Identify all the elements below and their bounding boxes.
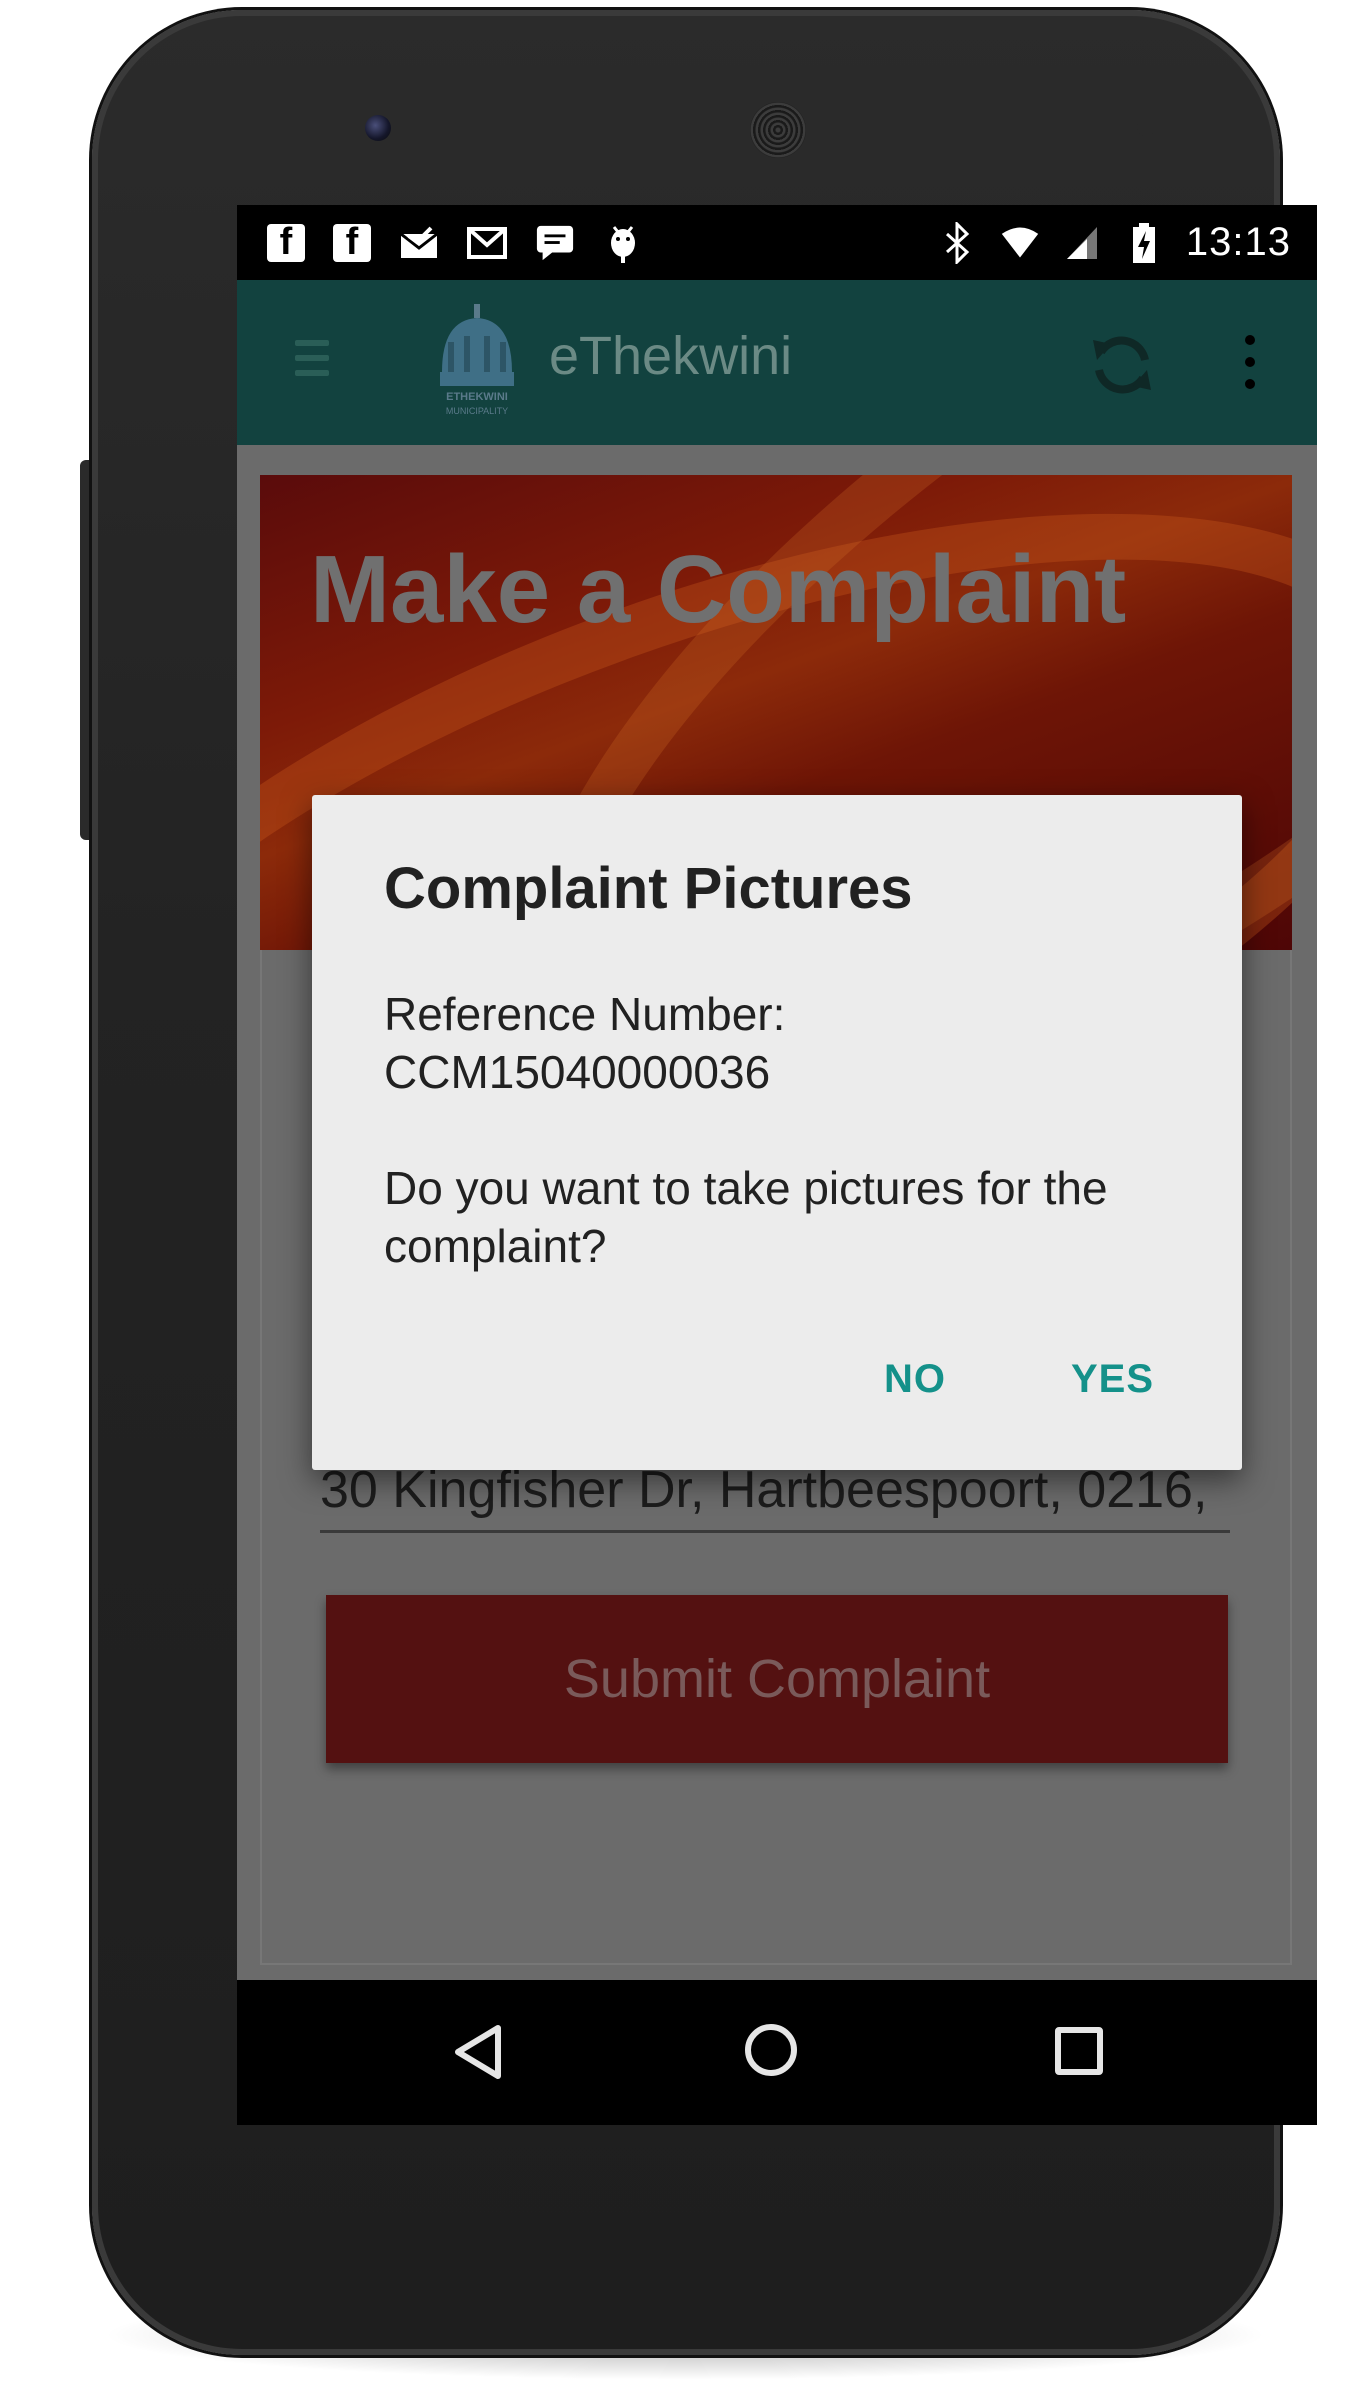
bluetooth-icon (938, 221, 978, 264)
reference-number: CCM15040000036 (384, 1046, 771, 1098)
yes-button[interactable]: YES (1071, 1357, 1154, 1402)
screen: f f 13:13 ETHEKWINI MUNICIPALITY eThekwi… (237, 205, 1317, 2125)
status-bar: f f 13:13 (237, 205, 1317, 280)
page-title: Make a Complaint (310, 536, 1127, 643)
dialog-question: Do you want to take pictures for the com… (384, 1162, 1108, 1272)
no-button[interactable]: NO (884, 1357, 946, 1402)
wifi-icon (1000, 223, 1040, 263)
front-camera (365, 115, 391, 141)
light-sensor (1167, 118, 1185, 136)
municipality-logo: ETHEKWINI MUNICIPALITY (432, 302, 522, 422)
overflow-menu-icon[interactable] (1245, 335, 1255, 401)
refresh-icon[interactable] (1087, 330, 1157, 405)
chat-icon (535, 223, 575, 263)
back-icon[interactable] (452, 2024, 504, 2085)
earpiece-speaker (750, 102, 806, 158)
phone-body: f f 13:13 ETHEKWINI MUNICIPALITY eThekwi… (92, 10, 1317, 2355)
facebook-icon: f (333, 221, 371, 263)
signal-icon (1062, 223, 1102, 263)
complaint-pictures-dialog: Complaint Pictures Reference Number: CCM… (312, 795, 1242, 1470)
home-icon[interactable] (745, 2024, 797, 2076)
app-title: eThekwini (549, 326, 793, 386)
hamburger-menu-icon[interactable] (295, 340, 329, 384)
navigation-bar (237, 1980, 1317, 2125)
reference-label: Reference Number: (384, 988, 786, 1040)
battery-charging-icon (1124, 222, 1164, 263)
submit-complaint-button[interactable]: Submit Complaint (326, 1595, 1228, 1763)
recent-apps-icon[interactable] (1055, 2027, 1103, 2075)
facebook-icon: f (267, 221, 305, 263)
svg-text:ETHEKWINI: ETHEKWINI (446, 391, 508, 403)
status-clock: 13:13 (1185, 220, 1291, 264)
app-bar: ETHEKWINI MUNICIPALITY eThekwini (237, 280, 1317, 445)
dialog-actions: NO YES (884, 1357, 1154, 1402)
dialog-message: Reference Number: CCM15040000036 Do you … (384, 985, 1184, 1275)
proximity-sensor (1137, 118, 1155, 136)
mail-icon (399, 223, 439, 263)
dialog-title: Complaint Pictures (384, 856, 913, 921)
address-input[interactable]: 30 Kingfisher Dr, Hartbeespoort, 0216, (320, 1460, 1230, 1533)
android-debug-icon (603, 223, 643, 263)
gmail-icon (467, 223, 507, 263)
svg-text:MUNICIPALITY: MUNICIPALITY (446, 406, 508, 416)
